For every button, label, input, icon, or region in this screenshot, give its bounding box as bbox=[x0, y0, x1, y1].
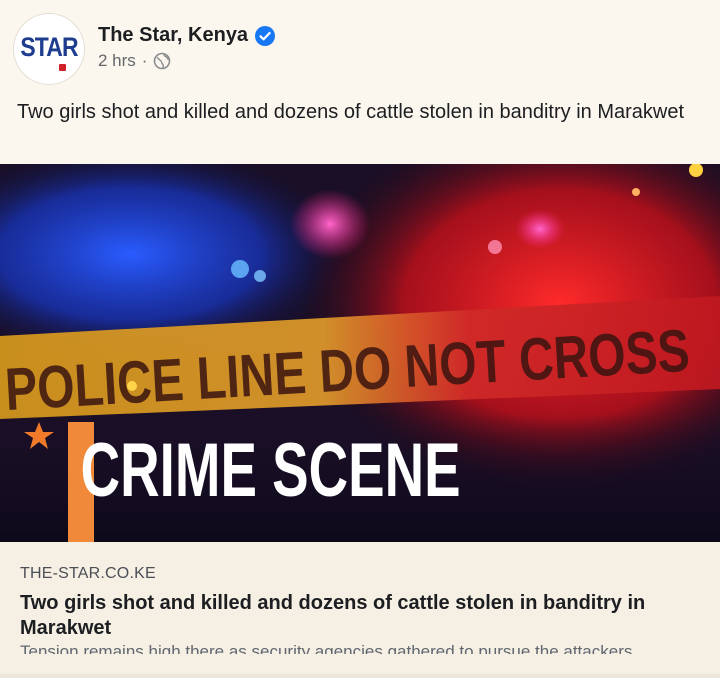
post-meta: 2 hrs · bbox=[98, 51, 171, 71]
verified-badge-icon bbox=[255, 25, 276, 46]
crime-scene-image: POLICE LINE DO NOT CROSS CRIME SCENE bbox=[0, 164, 720, 542]
page-avatar[interactable]: STAR bbox=[14, 14, 84, 84]
page-name-row: The Star, Kenya bbox=[98, 24, 276, 47]
star-logo-text: STAR bbox=[20, 32, 78, 62]
card-bottom-divider bbox=[0, 674, 720, 678]
post-image[interactable]: POLICE LINE DO NOT CROSS CRIME SCENE bbox=[0, 164, 720, 542]
link-description: Tension remains high there as security a… bbox=[20, 642, 633, 654]
post-header: STAR The Star, Kenya 2 hrs · bbox=[0, 0, 720, 90]
logo-red-mark bbox=[59, 64, 66, 71]
post-time[interactable]: 2 hrs bbox=[98, 51, 136, 71]
link-title[interactable]: Two girls shot and killed and dozens of … bbox=[20, 591, 700, 641]
crime-scene-caption: CRIME SCENE bbox=[81, 428, 461, 513]
page-name[interactable]: The Star, Kenya bbox=[98, 24, 248, 47]
post-text: Two girls shot and killed and dozens of … bbox=[17, 101, 685, 123]
meta-separator: · bbox=[141, 51, 148, 70]
globe-icon[interactable] bbox=[153, 52, 171, 70]
link-domain: THE-STAR.CO.KE bbox=[20, 565, 156, 582]
